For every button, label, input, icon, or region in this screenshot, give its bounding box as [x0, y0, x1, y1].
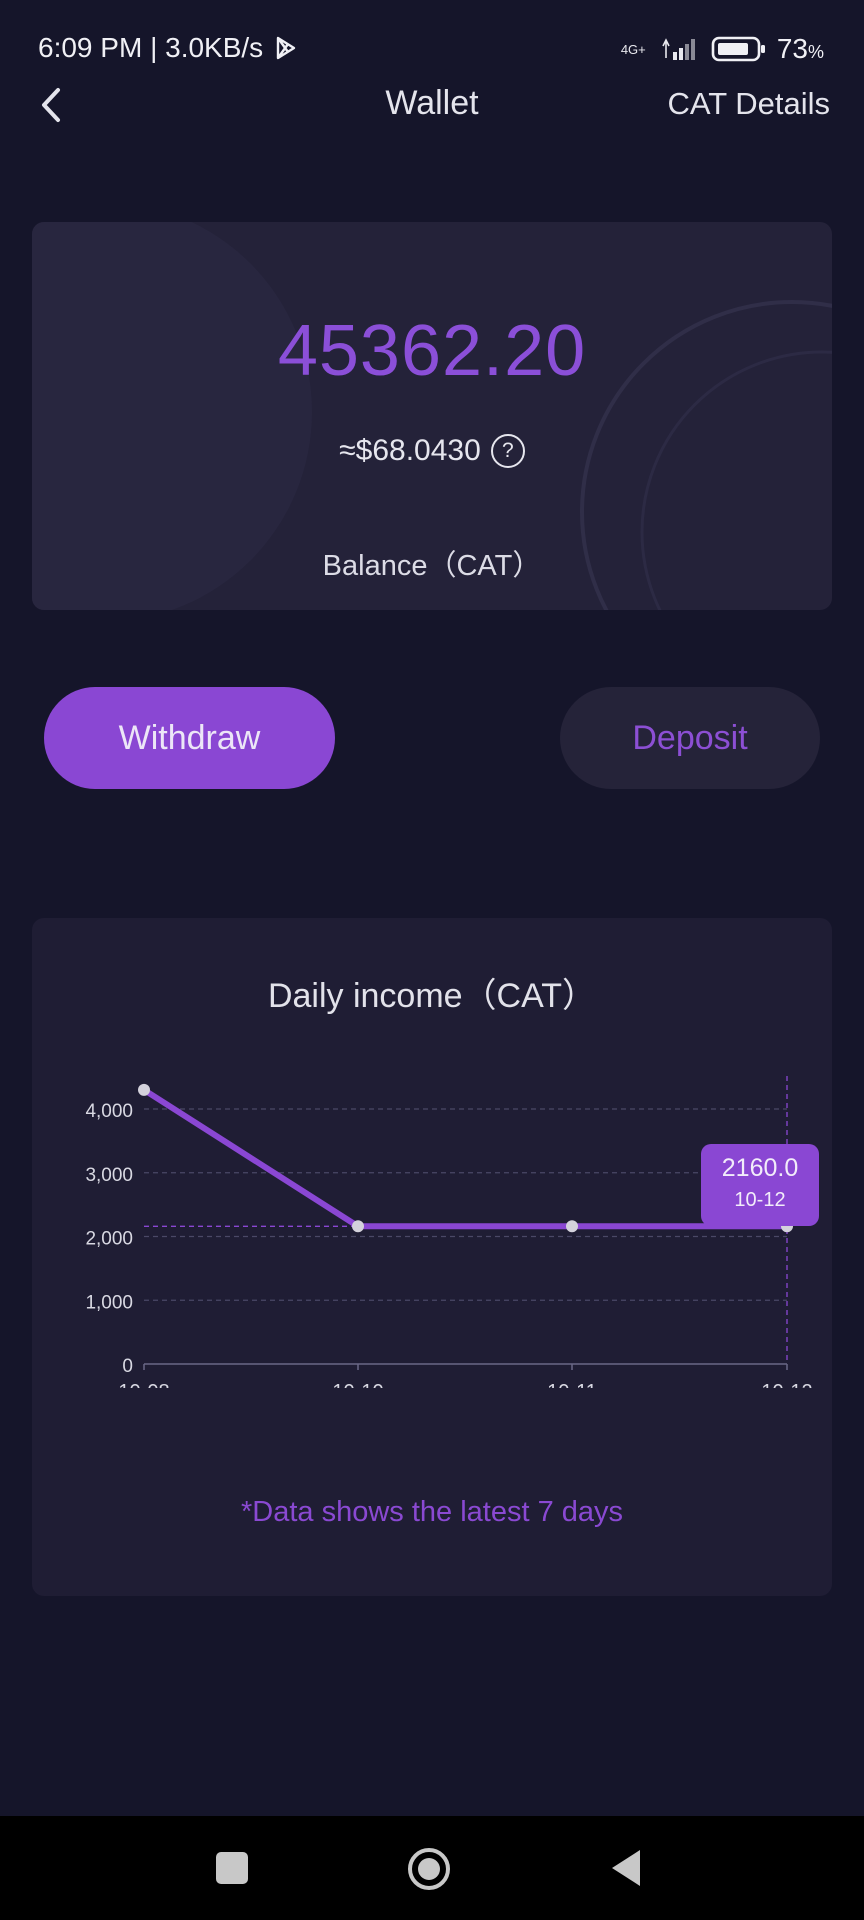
data-point [566, 1220, 578, 1233]
battery-percentage: 73% [777, 33, 824, 65]
app-header: Wallet CAT Details [0, 80, 864, 144]
y-tick-label: 2,000 [85, 1229, 133, 1250]
y-tick-label: 0 [122, 1356, 133, 1377]
balance-usd-value: ≈$68.0430 [339, 434, 481, 467]
x-tick-label: 10-08 [118, 1381, 169, 1388]
x-tick-label: 10-12 [761, 1381, 812, 1388]
play-store-icon [275, 35, 297, 60]
home-button[interactable] [406, 1846, 452, 1897]
deposit-button[interactable]: Deposit [560, 687, 820, 789]
status-separator: | [150, 32, 158, 63]
status-speed: 3.0KB/s [165, 32, 264, 63]
y-tick-label: 1,000 [85, 1292, 133, 1313]
daily-income-card: Daily income（CAT） 01,0002,0003,0004,0001… [32, 918, 832, 1596]
status-right: 4G+ 73% [621, 32, 824, 66]
y-tick-label: 3,000 [85, 1165, 133, 1186]
signal-icon [661, 36, 701, 62]
balance-amount: 45362.20 [277, 311, 587, 391]
battery-unit: % [807, 42, 824, 62]
x-tick-label: 10-10 [332, 1381, 383, 1388]
cat-details-link[interactable]: CAT Details [667, 86, 830, 122]
balance-card: 45362.20 ≈$68.0430? Balance（CAT） [32, 222, 832, 610]
system-nav-bar [0, 1816, 864, 1920]
battery-level: 73 [776, 33, 808, 64]
balance-label: Balance（CAT） [322, 550, 542, 582]
status-bar: 6:09 PM | 3.0KB/s 4G+ 73% [0, 0, 864, 90]
chart-tooltip: 2160.0 10-12 [701, 1144, 819, 1226]
help-icon[interactable]: ? [490, 434, 525, 468]
chart-note: *Data shows the latest 7 days [240, 1496, 624, 1528]
status-time: 6:09 PM [38, 32, 143, 63]
tooltip-date: 10-12 [734, 1189, 786, 1211]
back-button[interactable] [608, 1848, 644, 1893]
balance-usd-row: ≈$68.0430? [32, 434, 832, 468]
y-tick-label: 4,000 [85, 1101, 133, 1122]
network-type: 4G+ [620, 41, 646, 57]
x-tick-label: 10-11 [547, 1381, 597, 1388]
recent-apps-button[interactable] [214, 1850, 250, 1891]
series-line [141, 1086, 790, 1230]
data-point [138, 1083, 150, 1096]
data-point [352, 1220, 364, 1233]
status-left: 6:09 PM | 3.0KB/s [38, 32, 297, 64]
battery-icon [711, 35, 767, 63]
withdraw-button[interactable]: Withdraw [44, 687, 335, 789]
tooltip-value: 2160.0 [721, 1154, 799, 1182]
